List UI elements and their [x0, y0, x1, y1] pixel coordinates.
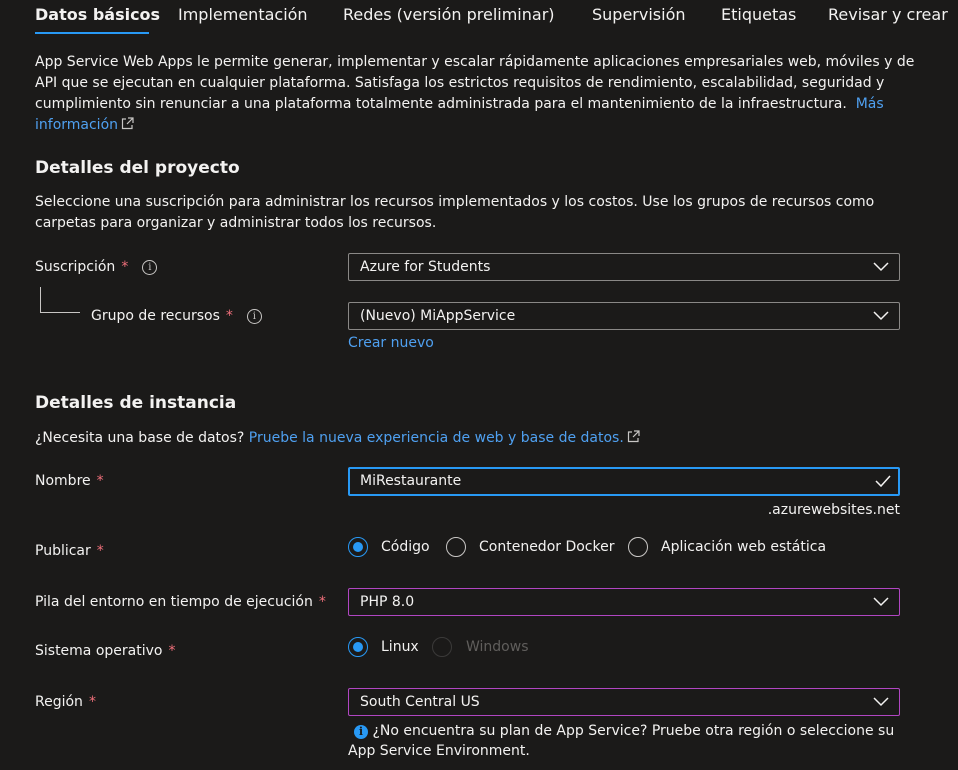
tab-supervision[interactable]: Supervisión — [592, 5, 686, 25]
os-label-text: Sistema operativo — [35, 643, 163, 659]
os-label: Sistema operativo * — [35, 641, 175, 661]
domain-suffix: .azurewebsites.net — [767, 502, 900, 518]
active-tab-indicator — [35, 32, 149, 34]
chevron-down-icon — [873, 262, 889, 272]
publish-radio-docker[interactable] — [446, 537, 466, 557]
name-label: Nombre * — [35, 471, 104, 491]
name-input[interactable]: MiRestaurante — [348, 467, 900, 496]
resource-group-label-text: Grupo de recursos — [91, 308, 220, 324]
publish-option-static[interactable]: Aplicación web estática — [661, 537, 826, 557]
intro-line: API que se ejecutan en cualquier platafo… — [35, 75, 885, 91]
region-hint-cont: App Service Environment. — [348, 743, 530, 759]
tab-implementacion[interactable]: Implementación — [178, 5, 308, 25]
publish-option-code[interactable]: Código — [381, 537, 430, 557]
more-info-link[interactable]: Más — [856, 96, 884, 112]
info-icon[interactable]: i — [142, 260, 158, 275]
tree-connector — [40, 312, 80, 313]
name-label-text: Nombre — [35, 473, 91, 489]
publish-radio-static[interactable] — [628, 537, 648, 557]
runtime-label-text: Pila del entorno en tiempo de ejecución — [35, 594, 313, 610]
more-info-link-cont[interactable]: información — [35, 117, 118, 133]
os-option-linux[interactable]: Linux — [381, 637, 419, 657]
region-hint-text: ¿No encuentra su plan de App Service? Pr… — [372, 723, 895, 739]
resource-group-dropdown[interactable]: (Nuevo) MiAppService — [348, 302, 900, 330]
chevron-down-icon — [873, 311, 889, 321]
region-dropdown[interactable]: South Central US — [348, 688, 900, 716]
region-label-text: Región — [35, 694, 83, 710]
subscription-value: Azure for Students — [360, 259, 491, 275]
create-new-link[interactable]: Crear nuevo — [348, 333, 434, 353]
intro-line: información — [35, 115, 915, 136]
os-radio-windows — [432, 637, 452, 657]
tab-redes[interactable]: Redes (versión preliminar) — [343, 5, 555, 25]
required-marker: * — [96, 543, 104, 559]
publish-label: Publicar * — [35, 541, 104, 561]
publish-option-docker[interactable]: Contenedor Docker — [479, 537, 614, 557]
publish-radio-code[interactable] — [348, 537, 368, 557]
region-value: South Central US — [360, 694, 480, 710]
runtime-value: PHP 8.0 — [360, 594, 415, 610]
info-icon[interactable]: i — [246, 309, 262, 324]
runtime-dropdown[interactable]: PHP 8.0 — [348, 588, 900, 616]
name-value: MiRestaurante — [360, 473, 462, 489]
runtime-label: Pila del entorno en tiempo de ejecución * — [35, 592, 326, 612]
project-desc-line: Seleccione una suscripción para administ… — [35, 194, 875, 210]
required-marker: * — [96, 473, 104, 489]
intro-line: cumplimiento sin renunciar a una platafo… — [35, 94, 915, 115]
database-hint: ¿Necesita una base de datos? Pruebe la n… — [35, 428, 640, 448]
project-details-heading: Detalles del proyecto — [35, 158, 240, 178]
info-icon: i — [354, 725, 368, 739]
intro-text: cumplimiento sin renunciar a una platafo… — [35, 96, 847, 112]
tab-etiquetas[interactable]: Etiquetas — [721, 5, 796, 25]
required-marker: * — [121, 259, 129, 275]
db-question: ¿Necesita una base de datos? — [35, 430, 245, 446]
external-link-icon — [121, 117, 134, 130]
chevron-down-icon — [873, 697, 889, 707]
region-label: Región * — [35, 692, 96, 712]
intro-paragraph: App Service Web Apps le permite generar,… — [35, 52, 915, 136]
os-radio-linux[interactable] — [348, 637, 368, 657]
resource-group-value: (Nuevo) MiAppService — [360, 308, 516, 324]
external-link-icon — [627, 430, 640, 443]
chevron-down-icon — [873, 597, 889, 607]
required-marker: * — [168, 643, 176, 659]
project-desc-line: carpetas para organizar y administrar to… — [35, 215, 437, 231]
subscription-label: Suscripción * i — [35, 257, 158, 277]
tab-datos-basicos[interactable]: Datos básicos — [35, 5, 160, 25]
region-hint: i ¿No encuentra su plan de App Service? … — [354, 721, 894, 741]
intro-line: App Service Web Apps le permite generar,… — [35, 54, 915, 70]
resource-group-label: Grupo de recursos * i — [91, 306, 262, 326]
subscription-dropdown[interactable]: Azure for Students — [348, 253, 900, 281]
required-marker: * — [225, 308, 233, 324]
instance-details-heading: Detalles de instancia — [35, 393, 237, 413]
publish-label-text: Publicar — [35, 543, 91, 559]
tree-connector — [40, 287, 41, 313]
os-option-windows: Windows — [466, 639, 529, 655]
web-database-link[interactable]: Pruebe la nueva experiencia de web y bas… — [249, 430, 624, 446]
subscription-label-text: Suscripción — [35, 259, 116, 275]
required-marker: * — [88, 694, 96, 710]
project-description: Seleccione una suscripción para administ… — [35, 192, 915, 234]
tab-revisar-crear[interactable]: Revisar y crear — [828, 5, 948, 25]
checkmark-icon — [875, 475, 891, 488]
required-marker: * — [318, 594, 326, 610]
